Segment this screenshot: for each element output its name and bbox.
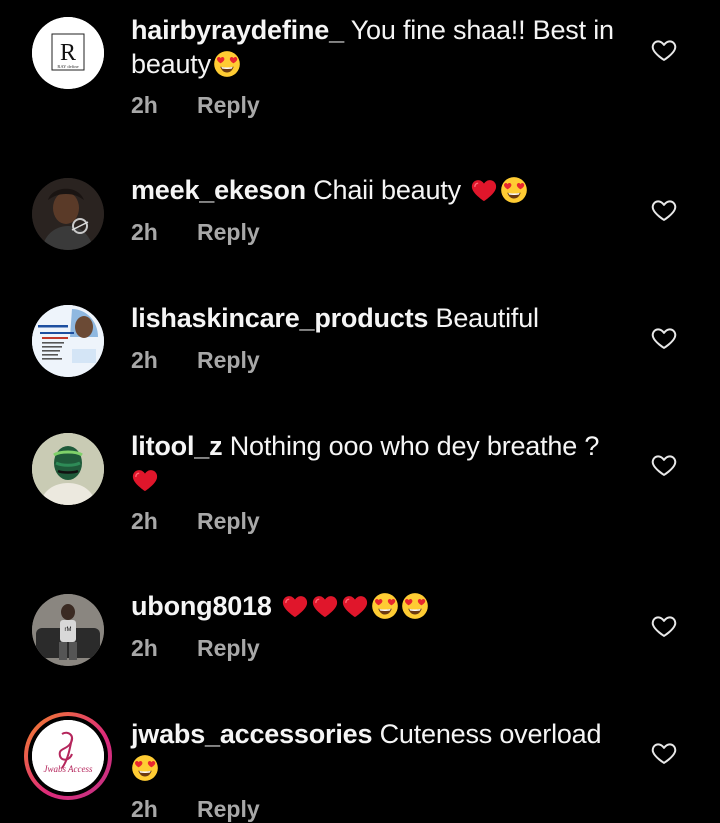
heart-eyes-face-icon <box>213 50 241 78</box>
comment-message: Beautiful <box>428 303 539 333</box>
avatar[interactable]: R RAY define <box>32 17 104 89</box>
heart-eyes-face-icon <box>371 592 399 620</box>
reply-button[interactable]: Reply <box>197 508 260 534</box>
comment-text: lishaskincare_products Beautiful <box>131 301 621 335</box>
comment-text: meek_ekeson Chaii beauty <box>131 173 621 207</box>
comment-time: 2h <box>131 92 158 118</box>
product-flyer-icon <box>32 305 104 377</box>
like-heart-icon[interactable] <box>650 324 678 352</box>
comment-text: litool_z Nothing ooo who dey breathe ? <box>131 429 621 497</box>
user-photo-icon: rM <box>32 594 104 666</box>
heart-eyes-face-icon <box>401 592 429 620</box>
avatar[interactable] <box>32 433 104 505</box>
comment-meta: 2h Reply <box>131 635 260 662</box>
comment-meta: 2h Reply <box>131 347 260 374</box>
reply-button[interactable]: Reply <box>197 635 260 661</box>
comment-text: jwabs_accessories Cuteness overload <box>131 717 621 785</box>
avatar[interactable] <box>32 305 104 377</box>
avatar[interactable]: rM <box>32 594 104 666</box>
comment-message: Nothing ooo who dey breathe ? <box>222 431 600 461</box>
comment-meta: 2h Reply <box>131 92 260 119</box>
comment-message <box>272 591 279 621</box>
like-heart-icon[interactable] <box>650 739 678 767</box>
comment-time: 2h <box>131 508 158 534</box>
user-photo-icon <box>32 433 104 505</box>
avatar[interactable]: Jwabs Access <box>24 712 112 800</box>
username[interactable]: hairbyraydefine_ <box>131 15 344 45</box>
svg-text:Jwabs Access: Jwabs Access <box>43 764 93 774</box>
heart-eyes-face-icon <box>131 754 159 782</box>
svg-text:rM: rM <box>65 627 72 633</box>
red-heart-icon <box>131 466 159 494</box>
comment-time: 2h <box>131 347 158 373</box>
red-heart-icon <box>341 592 369 620</box>
comment-meta: 2h Reply <box>131 508 260 535</box>
like-heart-icon[interactable] <box>650 612 678 640</box>
jwabs-logo-icon: Jwabs Access <box>32 720 104 792</box>
username[interactable]: jwabs_accessories <box>131 719 372 749</box>
user-photo-icon <box>32 178 104 250</box>
comment-text: hairbyraydefine_ You fine shaa!! Best in… <box>131 13 621 81</box>
red-heart-icon <box>281 592 309 620</box>
username[interactable]: litool_z <box>131 431 223 461</box>
reply-button[interactable]: Reply <box>197 92 260 118</box>
ray-define-logo-icon: R RAY define <box>32 17 104 89</box>
username[interactable]: lishaskincare_products <box>131 303 428 333</box>
like-heart-icon[interactable] <box>650 36 678 64</box>
comment-time: 2h <box>131 635 158 661</box>
comment-message: Chaii beauty <box>305 175 469 205</box>
username[interactable]: ubong8018 <box>131 591 272 621</box>
svg-text:R: R <box>60 40 76 66</box>
reply-button[interactable]: Reply <box>197 219 260 245</box>
comment-message: Cuteness overload <box>372 719 602 749</box>
like-heart-icon[interactable] <box>650 451 678 479</box>
avatar[interactable] <box>32 178 104 250</box>
comment-text: ubong8018 <box>131 589 621 623</box>
reply-button[interactable]: Reply <box>197 796 260 822</box>
reply-button[interactable]: Reply <box>197 347 260 373</box>
svg-text:RAY define: RAY define <box>57 64 78 69</box>
comment-time: 2h <box>131 219 158 245</box>
red-heart-icon <box>311 592 339 620</box>
heart-eyes-face-icon <box>500 176 528 204</box>
comment-meta: 2h Reply <box>131 219 260 246</box>
like-heart-icon[interactable] <box>650 196 678 224</box>
username[interactable]: meek_ekeson <box>131 175 306 205</box>
red-heart-icon <box>470 176 498 204</box>
